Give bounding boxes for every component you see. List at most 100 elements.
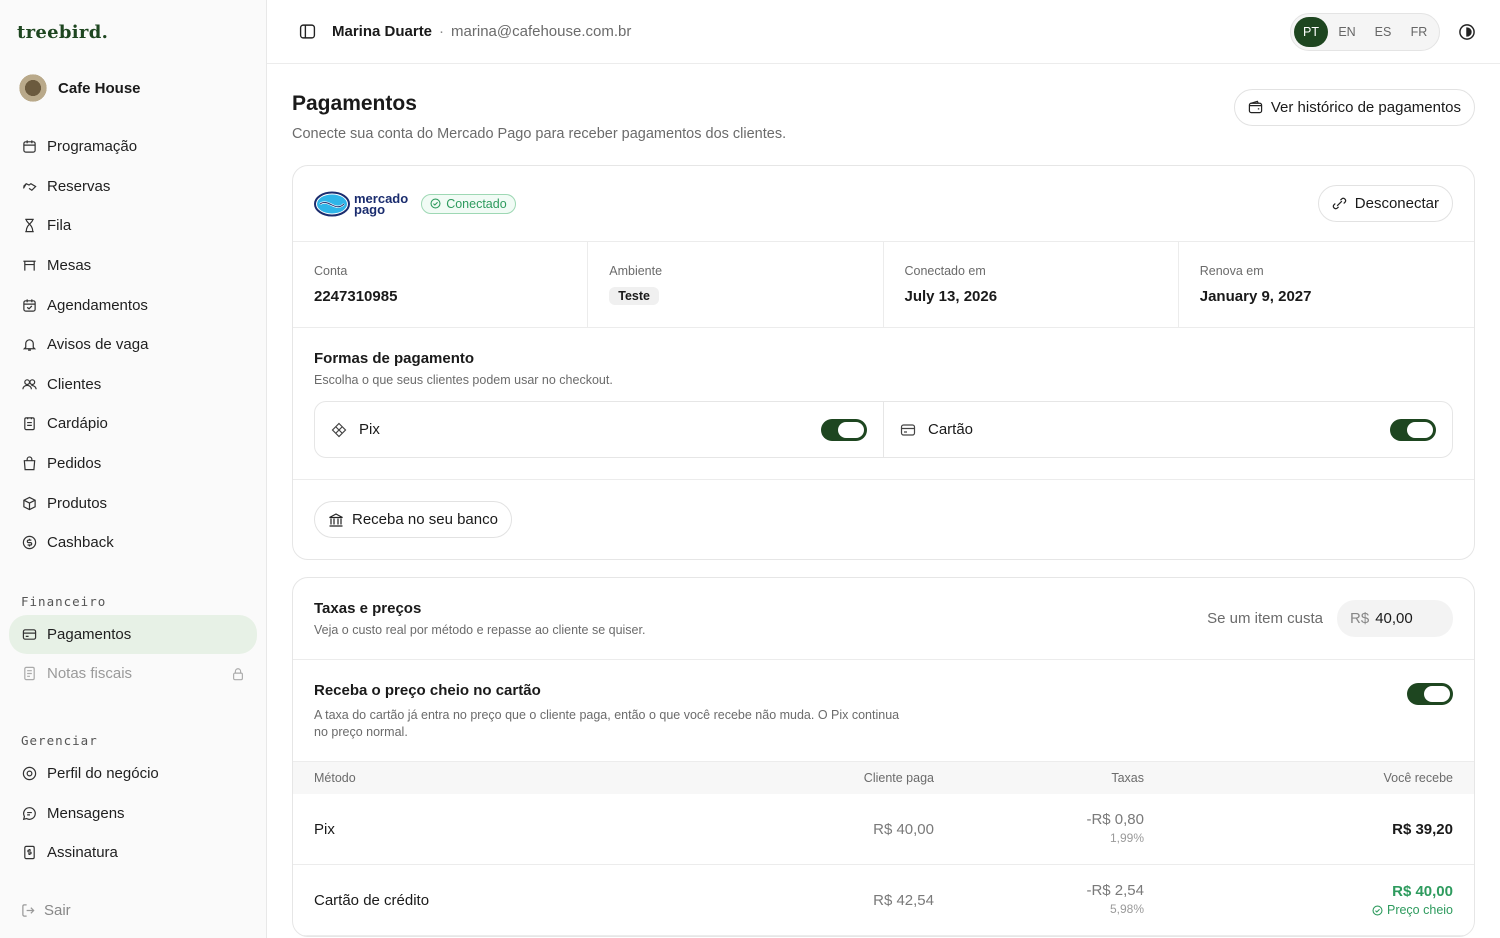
connected-label: Conectado: [446, 196, 507, 211]
bank-payout-label: Receba no seu banco: [352, 511, 498, 528]
environment-label: Ambiente: [609, 264, 663, 278]
payment-history-button[interactable]: Ver histórico de pagamentos: [1233, 89, 1475, 126]
sidebar-item-notas-fiscais[interactable]: Notas fiscais: [9, 654, 257, 694]
account-value: 2247310985: [314, 288, 398, 305]
sidebar-item-label: Assinatura: [47, 844, 118, 862]
sidebar-item-agendamentos[interactable]: Agendamentos: [9, 285, 257, 325]
bank-icon: [328, 512, 344, 528]
business-avatar: [17, 72, 49, 104]
row-fee: -R$ 0,80 1,99%: [934, 811, 1144, 847]
fees-card: Taxas e preços Veja o custo real por mét…: [292, 577, 1475, 937]
lock-icon: [231, 667, 245, 681]
sidebar-item-clientes[interactable]: Clientes: [9, 365, 257, 405]
renews-at-label: Renova em: [1199, 264, 1264, 278]
sidebar-item-fila[interactable]: Fila: [9, 206, 257, 246]
column-client-pays: Cliente paga: [863, 771, 934, 785]
price-input[interactable]: R$ 40,00: [1337, 600, 1453, 637]
sidebar-item-pagamentos[interactable]: Pagamentos: [9, 614, 257, 655]
pix-toggle[interactable]: [821, 418, 867, 441]
full-price-note-label: Preço cheio: [1386, 903, 1453, 917]
card-toggle[interactable]: [1390, 418, 1436, 441]
fees-table-header: Método Cliente paga Taxas Você recebe: [293, 762, 1474, 794]
language-switcher: PT EN ES FR: [1290, 12, 1440, 51]
lang-pt[interactable]: PT: [1294, 16, 1328, 47]
row-fee: -R$ 2,54 5,98%: [934, 882, 1144, 918]
connected-badge: Conectado: [421, 193, 516, 214]
environment-badge: Teste: [609, 287, 659, 305]
page-title: Pagamentos: [292, 92, 417, 115]
fee-percent: 5,98%: [1109, 902, 1144, 916]
sidebar-item-pedidos[interactable]: Pedidos: [9, 444, 257, 484]
lang-en[interactable]: EN: [1330, 17, 1364, 47]
sidebar-item-label: Fila: [47, 217, 72, 235]
sidebar-item-label: Mensagens: [47, 804, 125, 822]
fee-amount: -R$ 0,80: [1086, 811, 1144, 828]
row-receive: R$ 40,00 Preço cheio: [1144, 883, 1453, 917]
row-method: Cartão de crédito: [314, 891, 430, 909]
page-subtitle: Conecte sua conta do Mercado Pago para r…: [292, 126, 787, 142]
payment-methods-subtitle: Escolha o que seus clientes podem usar n…: [314, 373, 613, 387]
logout-button[interactable]: Sair: [21, 902, 71, 919]
row-receive: R$ 39,20: [1392, 820, 1453, 838]
topbar: Marina Duarte · marina@cafehouse.com.br …: [267, 0, 1500, 64]
wallet-icon: [1248, 100, 1263, 115]
business-switcher[interactable]: Cafe House: [17, 72, 141, 104]
lang-fr[interactable]: FR: [1402, 17, 1436, 47]
sidebar-item-avisos[interactable]: Avisos de vaga: [9, 325, 257, 365]
sidebar-item-label: Pedidos: [47, 455, 102, 473]
sidebar-item-label: Produtos: [47, 494, 108, 512]
brand-logo[interactable]: treebird.: [17, 22, 108, 43]
full-price-note: Preço cheio: [1144, 903, 1453, 917]
row-method: Pix: [314, 820, 335, 838]
column-you-receive: Você recebe: [1383, 771, 1454, 785]
method-card: Cartão: [883, 402, 1452, 457]
receive-amount: R$ 40,00: [1392, 883, 1453, 900]
chat-icon: [21, 805, 37, 821]
currency-prefix: R$: [1350, 610, 1370, 627]
sidebar-item-label: Mesas: [47, 257, 92, 275]
full-price-title: Receba o preço cheio no cartão: [314, 682, 541, 699]
account-label: Conta: [314, 264, 348, 278]
logout-icon: [21, 903, 36, 918]
sidebar-item-label: Cashback: [47, 534, 114, 552]
section-gerenciar: Gerenciar: [21, 732, 98, 748]
separator: ·: [439, 23, 445, 40]
connected-at-value: July 13, 2026: [904, 288, 998, 305]
sidebar-item-mensagens[interactable]: Mensagens: [9, 793, 257, 833]
sidebar-item-produtos[interactable]: Produtos: [9, 483, 257, 523]
column-method: Método: [314, 771, 356, 785]
account-info: Conta 2247310985 Ambiente Teste Conectad…: [293, 242, 1474, 328]
fees-subtitle: Veja o custo real por método e repasse a…: [314, 623, 646, 637]
sidebar-item-mesas[interactable]: Mesas: [9, 246, 257, 286]
section-financeiro: Financeiro: [21, 593, 107, 609]
sidebar-item-reservas[interactable]: Reservas: [9, 167, 257, 207]
unlink-icon: [1332, 196, 1347, 211]
sidebar-item-assinatura[interactable]: Assinatura: [9, 833, 257, 873]
bank-payout-button[interactable]: Receba no seu banco: [314, 501, 512, 538]
sidebar-item-perfil[interactable]: Perfil do negócio: [9, 754, 257, 794]
dollar-circle-icon: [21, 535, 37, 551]
location-icon: [21, 766, 37, 782]
sidebar-item-cardapio[interactable]: Cardápio: [9, 404, 257, 444]
sidebar-item-cashback[interactable]: Cashback: [9, 523, 257, 563]
full-price-toggle[interactable]: [1407, 683, 1453, 705]
sidebar-item-label: Perfil do negócio: [47, 765, 159, 783]
bag-icon: [21, 456, 37, 472]
receipt-icon: [21, 666, 37, 682]
calendar-icon: [21, 139, 37, 155]
sidebar-item-label: Cardápio: [47, 415, 108, 433]
lang-es[interactable]: ES: [1366, 17, 1400, 47]
sidebar-toggle-icon[interactable]: [299, 23, 316, 40]
sidebar-item-label: Avisos de vaga: [47, 336, 149, 354]
menu-book-icon: [21, 416, 37, 432]
theme-toggle-icon[interactable]: [1458, 23, 1476, 41]
fees-title: Taxas e preços: [314, 600, 422, 617]
box-icon: [21, 495, 37, 511]
sidebar-item-label: Clientes: [47, 375, 102, 393]
sidebar-item-programacao[interactable]: Programação: [9, 127, 257, 167]
disconnect-label: Desconectar: [1354, 195, 1439, 212]
sidebar: treebird. Cafe House Programação Reserva…: [0, 0, 267, 938]
sidebar-item-label: Reservas: [47, 177, 111, 195]
disconnect-button[interactable]: Desconectar: [1317, 185, 1453, 222]
users-icon: [21, 376, 37, 392]
